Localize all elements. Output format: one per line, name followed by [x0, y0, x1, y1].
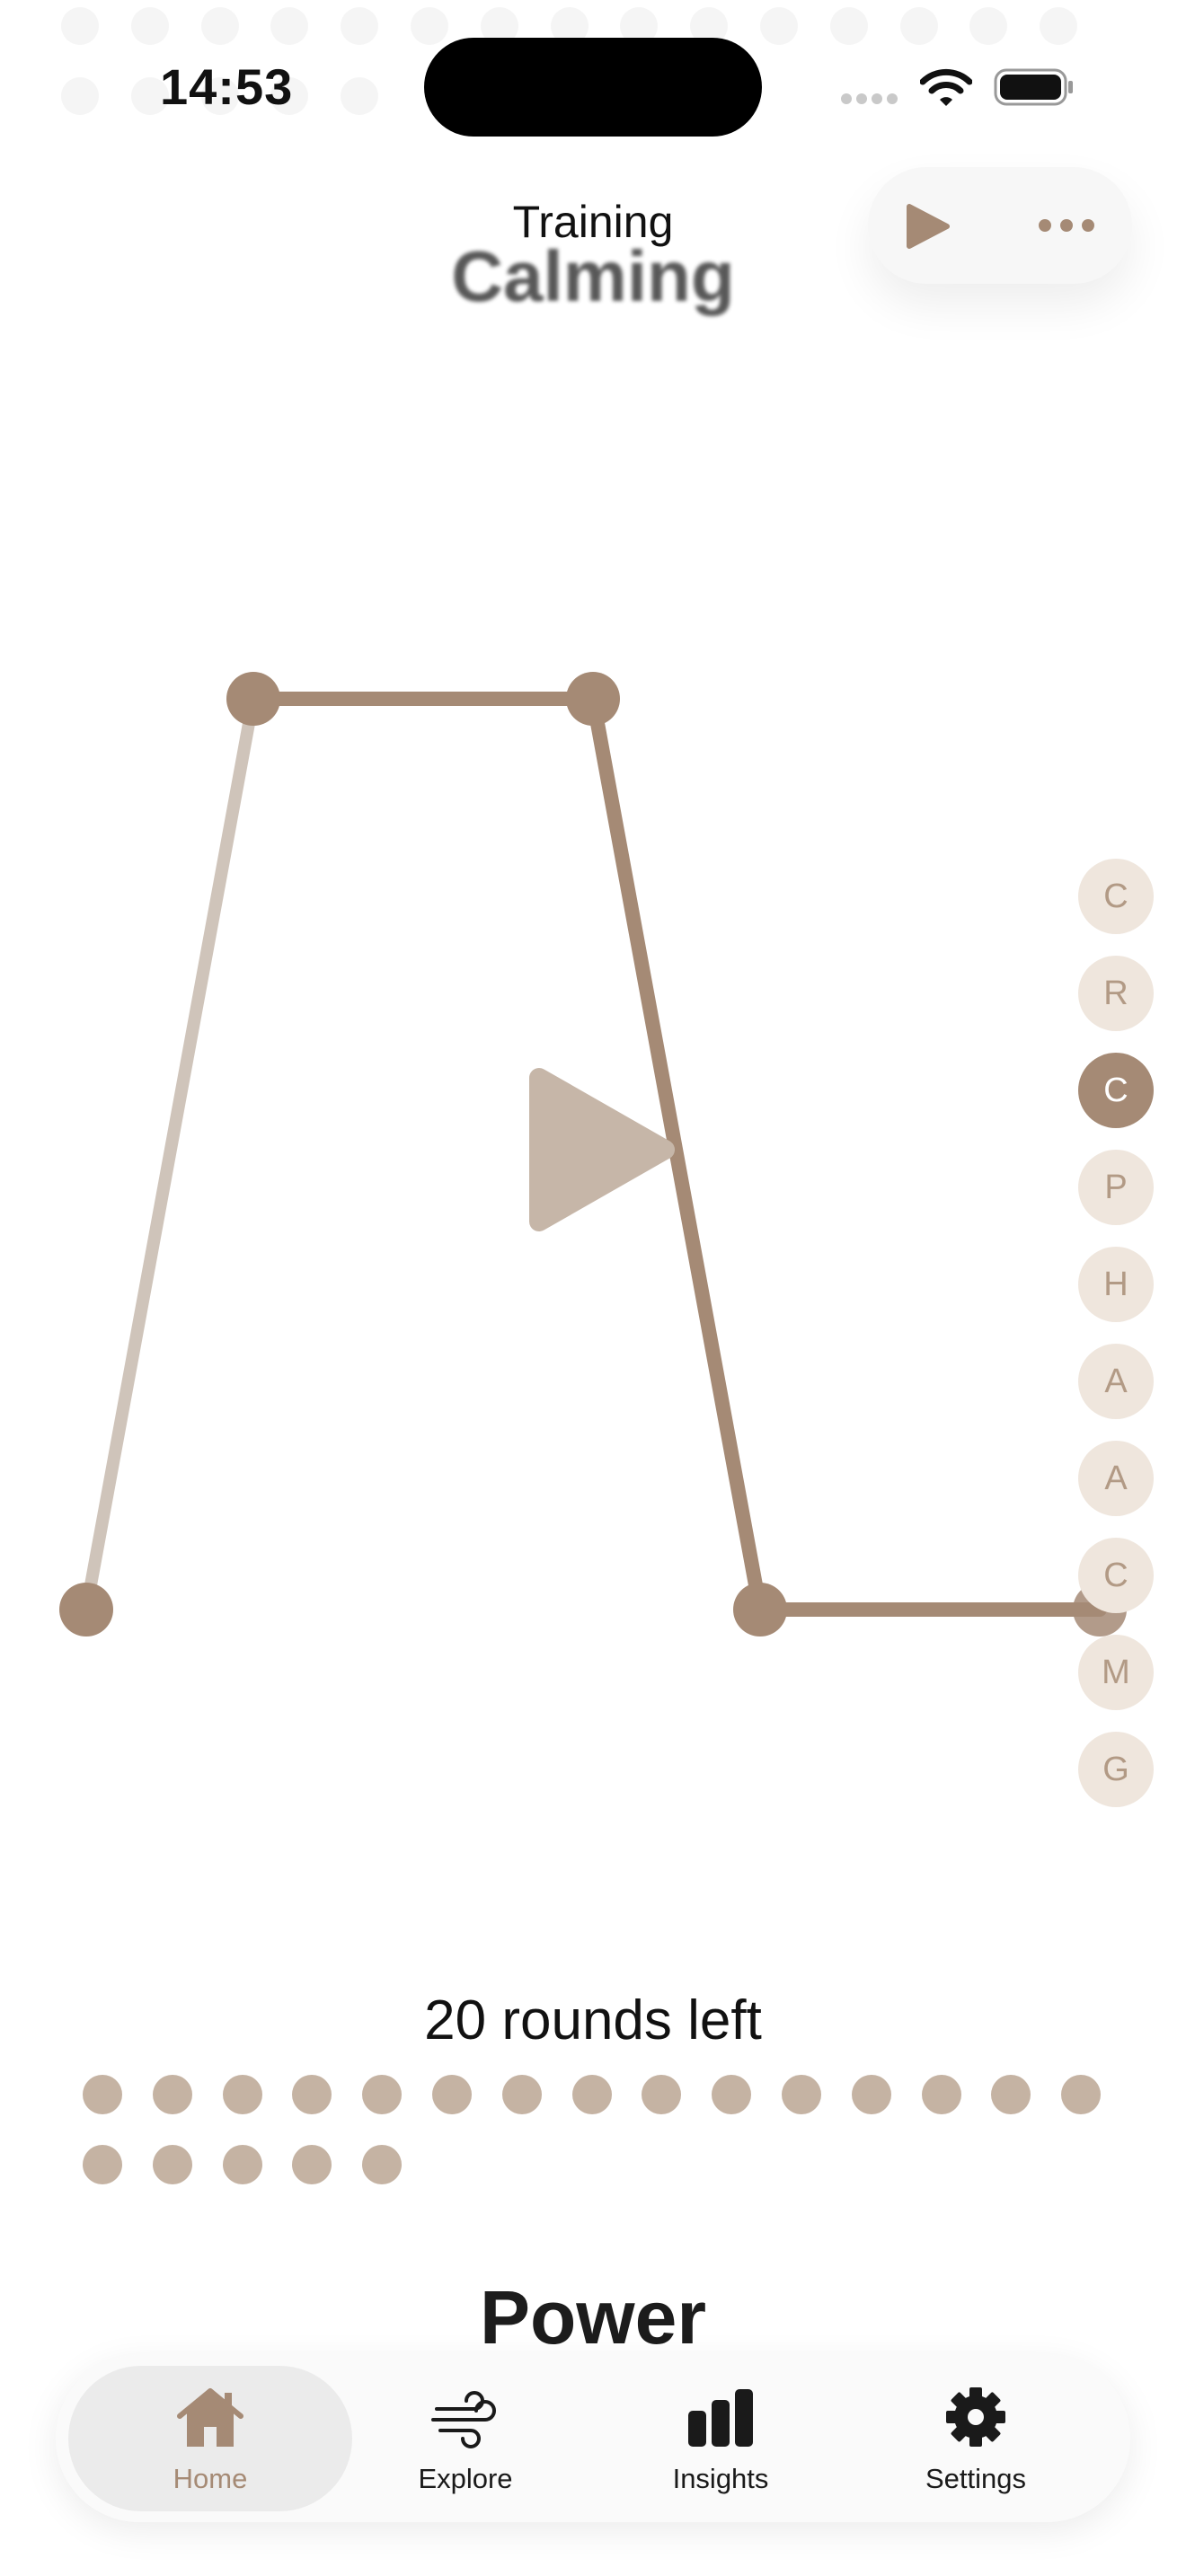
- background-dot: [61, 7, 99, 45]
- round-dot: [152, 2075, 192, 2114]
- round-dot: [222, 2145, 262, 2184]
- tab-label: Insights: [672, 2463, 769, 2494]
- round-dot: [362, 2145, 403, 2184]
- round-dot: [362, 2075, 403, 2114]
- round-dot: [921, 2075, 961, 2114]
- gear-icon: [946, 2387, 1005, 2447]
- tab-insights[interactable]: Insights: [579, 2366, 863, 2511]
- battery-icon: [994, 68, 1073, 106]
- round-dot: [1061, 2075, 1102, 2114]
- round-dot: [83, 2145, 122, 2184]
- pattern-point: [226, 672, 280, 726]
- wifi-icon: [920, 68, 972, 106]
- technique-chip[interactable]: P: [1078, 1150, 1154, 1225]
- more-icon[interactable]: [1039, 219, 1094, 232]
- round-dot: [292, 2075, 332, 2114]
- round-dot: [571, 2075, 612, 2114]
- bar-chart-icon: [688, 2389, 753, 2447]
- background-dot: [341, 77, 379, 115]
- background-dot: [200, 7, 239, 45]
- wind-icon: [431, 2391, 496, 2448]
- next-section-title: Power: [479, 2275, 707, 2360]
- background-dot: [341, 7, 379, 45]
- rounds-left-label: 20 rounds left: [424, 1989, 762, 2051]
- technique-chip[interactable]: A: [1078, 1441, 1154, 1516]
- round-dot: [782, 2075, 821, 2114]
- background-dot: [130, 7, 169, 45]
- tab-label: Settings: [925, 2463, 1026, 2494]
- tab-label: Explore: [418, 2463, 513, 2494]
- background-dot: [270, 7, 309, 45]
- technique-chip[interactable]: G: [1078, 1732, 1154, 1807]
- technique-chip[interactable]: A: [1078, 1344, 1154, 1419]
- tab-home[interactable]: Home: [68, 2366, 352, 2511]
- background-dot: [829, 7, 868, 45]
- start-play-icon[interactable]: [529, 1068, 675, 1231]
- pattern-point: [566, 672, 620, 726]
- pattern-inhale-line: [80, 693, 260, 1616]
- dynamic-island: [424, 38, 762, 137]
- technique-chip[interactable]: C: [1078, 1053, 1154, 1128]
- technique-chip[interactable]: C: [1078, 859, 1154, 934]
- round-dot: [292, 2145, 332, 2184]
- pattern-point: [59, 1583, 113, 1636]
- round-dot: [991, 2075, 1031, 2114]
- tab-label: Home: [173, 2463, 248, 2494]
- tab-explore[interactable]: Explore: [323, 2366, 607, 2511]
- round-dot: [222, 2075, 262, 2114]
- pattern-point: [733, 1583, 787, 1636]
- background-dot: [1040, 7, 1078, 45]
- status-bar: 14:53: [0, 0, 1186, 180]
- round-dot: [432, 2075, 472, 2114]
- status-time: 14:53: [160, 58, 294, 115]
- background-dot: [899, 7, 938, 45]
- tab-settings[interactable]: Settings: [834, 2366, 1118, 2511]
- round-dot: [712, 2075, 752, 2114]
- technique-chip[interactable]: M: [1078, 1635, 1154, 1710]
- home-icon: [177, 2388, 243, 2447]
- round-dot: [851, 2075, 891, 2114]
- tab-bar: Home Explore Insights Settings: [56, 2355, 1130, 2522]
- technique-chip[interactable]: C: [1078, 1538, 1154, 1613]
- technique-chip[interactable]: R: [1078, 956, 1154, 1031]
- round-dot: [642, 2075, 682, 2114]
- round-dot: [501, 2075, 542, 2114]
- technique-chip[interactable]: H: [1078, 1247, 1154, 1322]
- background-dot: [969, 7, 1008, 45]
- background-dot: [61, 77, 99, 115]
- header-actions: [868, 167, 1132, 284]
- background-dot: [411, 7, 448, 45]
- round-dot: [152, 2145, 192, 2184]
- round-dot: [83, 2075, 122, 2114]
- breathing-pattern: [59, 672, 1127, 1636]
- play-icon[interactable]: [904, 201, 952, 251]
- background-dot: [760, 7, 798, 45]
